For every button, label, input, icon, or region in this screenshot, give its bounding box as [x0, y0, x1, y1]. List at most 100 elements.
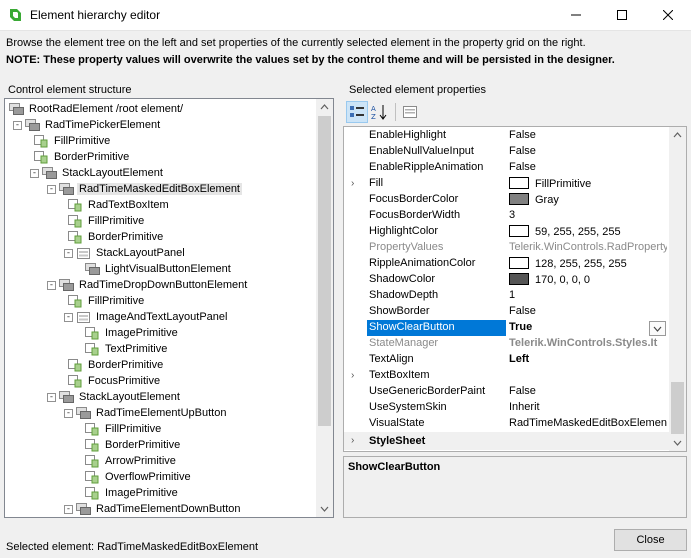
- property-value-cell[interactable]: 128, 255, 255, 255: [509, 257, 667, 270]
- tree-vertical-scrollbar[interactable]: [316, 99, 333, 517]
- tree-item[interactable]: TextPrimitive: [85, 341, 169, 357]
- maximize-button[interactable]: [599, 0, 645, 30]
- element-tree[interactable]: RootRadElement /root element/- RadTimePic…: [4, 98, 334, 518]
- collapse-toggle[interactable]: -: [13, 120, 22, 130]
- property-value-cell[interactable]: False: [509, 385, 667, 397]
- props-scroll-thumb[interactable]: [671, 382, 684, 434]
- property-row[interactable]: EnableNullValueInput False: [344, 144, 669, 160]
- tree-item[interactable]: FillPrimitive: [68, 213, 146, 229]
- alphabetical-button[interactable]: A Z: [369, 101, 391, 123]
- property-value-cell[interactable]: 170, 0, 0, 0: [509, 273, 667, 286]
- property-row[interactable]: UseSystemSkin Inherit: [344, 400, 669, 416]
- tree-item[interactable]: BorderPrimitive: [34, 149, 131, 165]
- tree-item[interactable]: - RadTimePickerElement: [13, 117, 162, 133]
- property-value-cell[interactable]: Gray: [509, 193, 667, 206]
- tree-item[interactable]: FocusPrimitive: [68, 373, 162, 389]
- tree-item[interactable]: BorderPrimitive: [68, 357, 165, 373]
- collapse-toggle[interactable]: -: [30, 168, 39, 178]
- property-value-cell[interactable]: RadTimeMaskedEditBoxElement: [509, 417, 667, 429]
- property-value-cell[interactable]: 3: [509, 209, 667, 221]
- primitive-icon: [85, 470, 99, 483]
- property-value-cell[interactable]: Telerik.WinControls.Styles.It: [509, 337, 667, 349]
- property-row[interactable]: ShowClearButton True: [344, 320, 669, 336]
- expand-chevron-icon[interactable]: ›: [351, 435, 354, 446]
- tree-item[interactable]: RadTextBoxItem: [68, 197, 171, 213]
- property-row[interactable]: TextAlign Left: [344, 352, 669, 368]
- property-row[interactable]: › TextBoxItem: [344, 368, 669, 384]
- property-row[interactable]: FocusBorderWidth 3: [344, 208, 669, 224]
- collapse-toggle[interactable]: -: [47, 280, 56, 290]
- tree-item[interactable]: BorderPrimitive: [85, 437, 182, 453]
- property-value-cell[interactable]: Left: [509, 353, 667, 365]
- category-row[interactable]: › StyleSheet: [344, 432, 669, 450]
- property-row[interactable]: FocusBorderColor Gray: [344, 192, 669, 208]
- property-value-cell[interactable]: Telerik.WinControls.RadPropertyV: [509, 241, 667, 253]
- tree-item[interactable]: - RadTimeMaskedEditBoxElement: [47, 181, 242, 197]
- tree-item[interactable]: RootRadElement /root element/: [9, 101, 185, 117]
- property-row[interactable]: EnableHighlight False: [344, 128, 669, 144]
- property-row[interactable]: ShadowColor 170, 0, 0, 0: [344, 272, 669, 288]
- property-grid[interactable]: EnableHighlight False EnableNullValueInput…: [343, 126, 687, 452]
- tree-item[interactable]: ArrowPrimitive: [85, 453, 178, 469]
- collapse-toggle[interactable]: -: [64, 504, 73, 514]
- tree-scroll-thumb[interactable]: [318, 116, 331, 426]
- tree-item[interactable]: - RadTimeElementDownButton: [64, 501, 243, 517]
- property-value-cell[interactable]: True: [509, 321, 667, 333]
- property-row[interactable]: ShowBorder False: [344, 304, 669, 320]
- scroll-down-icon[interactable]: [669, 434, 686, 451]
- collapse-toggle[interactable]: -: [47, 392, 56, 402]
- property-value-cell[interactable]: False: [509, 145, 667, 157]
- property-row[interactable]: HighlightColor 59, 255, 255, 255: [344, 224, 669, 240]
- tree-item[interactable]: - StackLayoutElement: [30, 165, 165, 181]
- tree-item[interactable]: - RadTimeElementUpButton: [64, 405, 228, 421]
- expand-chevron-icon[interactable]: ›: [351, 178, 354, 189]
- scroll-up-icon[interactable]: [316, 99, 333, 116]
- tree-item[interactable]: OverflowPrimitive: [85, 469, 193, 485]
- tree-item[interactable]: LightVisualButtonElement: [85, 261, 233, 277]
- minimize-button[interactable]: [553, 0, 599, 30]
- property-row[interactable]: › Fill FillPrimitive: [344, 176, 669, 192]
- property-value-cell[interactable]: 59, 255, 255, 255: [509, 225, 667, 238]
- category-label: StyleSheet: [369, 435, 426, 447]
- property-value-cell[interactable]: False: [509, 161, 667, 173]
- tree-item[interactable]: FillPrimitive: [34, 133, 112, 149]
- tree-item[interactable]: FillPrimitive: [68, 293, 146, 309]
- scroll-up-icon[interactable]: [669, 127, 686, 144]
- tree-item[interactable]: BorderPrimitive: [68, 229, 165, 245]
- primitive-icon: [85, 454, 99, 467]
- property-value-cell[interactable]: Inherit: [509, 401, 667, 413]
- property-row[interactable]: RippleAnimationColor 128, 255, 255, 255: [344, 256, 669, 272]
- close-window-button[interactable]: [645, 0, 691, 30]
- tree-item-label: FillPrimitive: [54, 135, 111, 147]
- close-button[interactable]: Close: [614, 529, 687, 551]
- expand-chevron-icon[interactable]: ›: [351, 370, 354, 381]
- property-pages-button[interactable]: [399, 101, 421, 123]
- tree-item[interactable]: ImagePrimitive: [85, 485, 180, 501]
- property-row[interactable]: ShadowDepth 1: [344, 288, 669, 304]
- collapse-toggle[interactable]: -: [64, 408, 73, 418]
- property-row[interactable]: StateManager Telerik.WinControls.Styles.I…: [344, 336, 669, 352]
- minimize-icon: [571, 14, 581, 16]
- categorized-button[interactable]: [346, 101, 368, 123]
- tree-item[interactable]: - ImageAndTextLayoutPanel: [64, 309, 229, 325]
- value-dropdown-button[interactable]: [649, 321, 666, 336]
- tree-item[interactable]: - StackLayoutPanel: [64, 245, 187, 261]
- property-value-cell[interactable]: FillPrimitive: [509, 177, 667, 190]
- property-value-cell[interactable]: 1: [509, 289, 667, 301]
- property-value-cell[interactable]: False: [509, 129, 667, 141]
- tree-item[interactable]: - StackLayoutElement: [47, 389, 182, 405]
- scroll-down-icon[interactable]: [316, 500, 333, 517]
- property-row[interactable]: VisualState RadTimeMaskedEditBoxElement: [344, 416, 669, 432]
- tree-item[interactable]: ImagePrimitive: [85, 325, 180, 341]
- property-row[interactable]: UseGenericBorderPaint False: [344, 384, 669, 400]
- collapse-toggle[interactable]: -: [47, 184, 56, 194]
- property-row[interactable]: PropertyValues Telerik.WinControls.RadPro…: [344, 240, 669, 256]
- tree-item[interactable]: FillPrimitive: [85, 421, 163, 437]
- collapse-toggle[interactable]: -: [64, 248, 73, 258]
- property-value-cell[interactable]: False: [509, 305, 667, 317]
- collapse-toggle[interactable]: -: [64, 312, 73, 322]
- primitive-icon: [85, 486, 99, 499]
- props-vertical-scrollbar[interactable]: [669, 127, 686, 451]
- tree-item[interactable]: - RadTimeDropDownButtonElement: [47, 277, 249, 293]
- property-row[interactable]: EnableRippleAnimation False: [344, 160, 669, 176]
